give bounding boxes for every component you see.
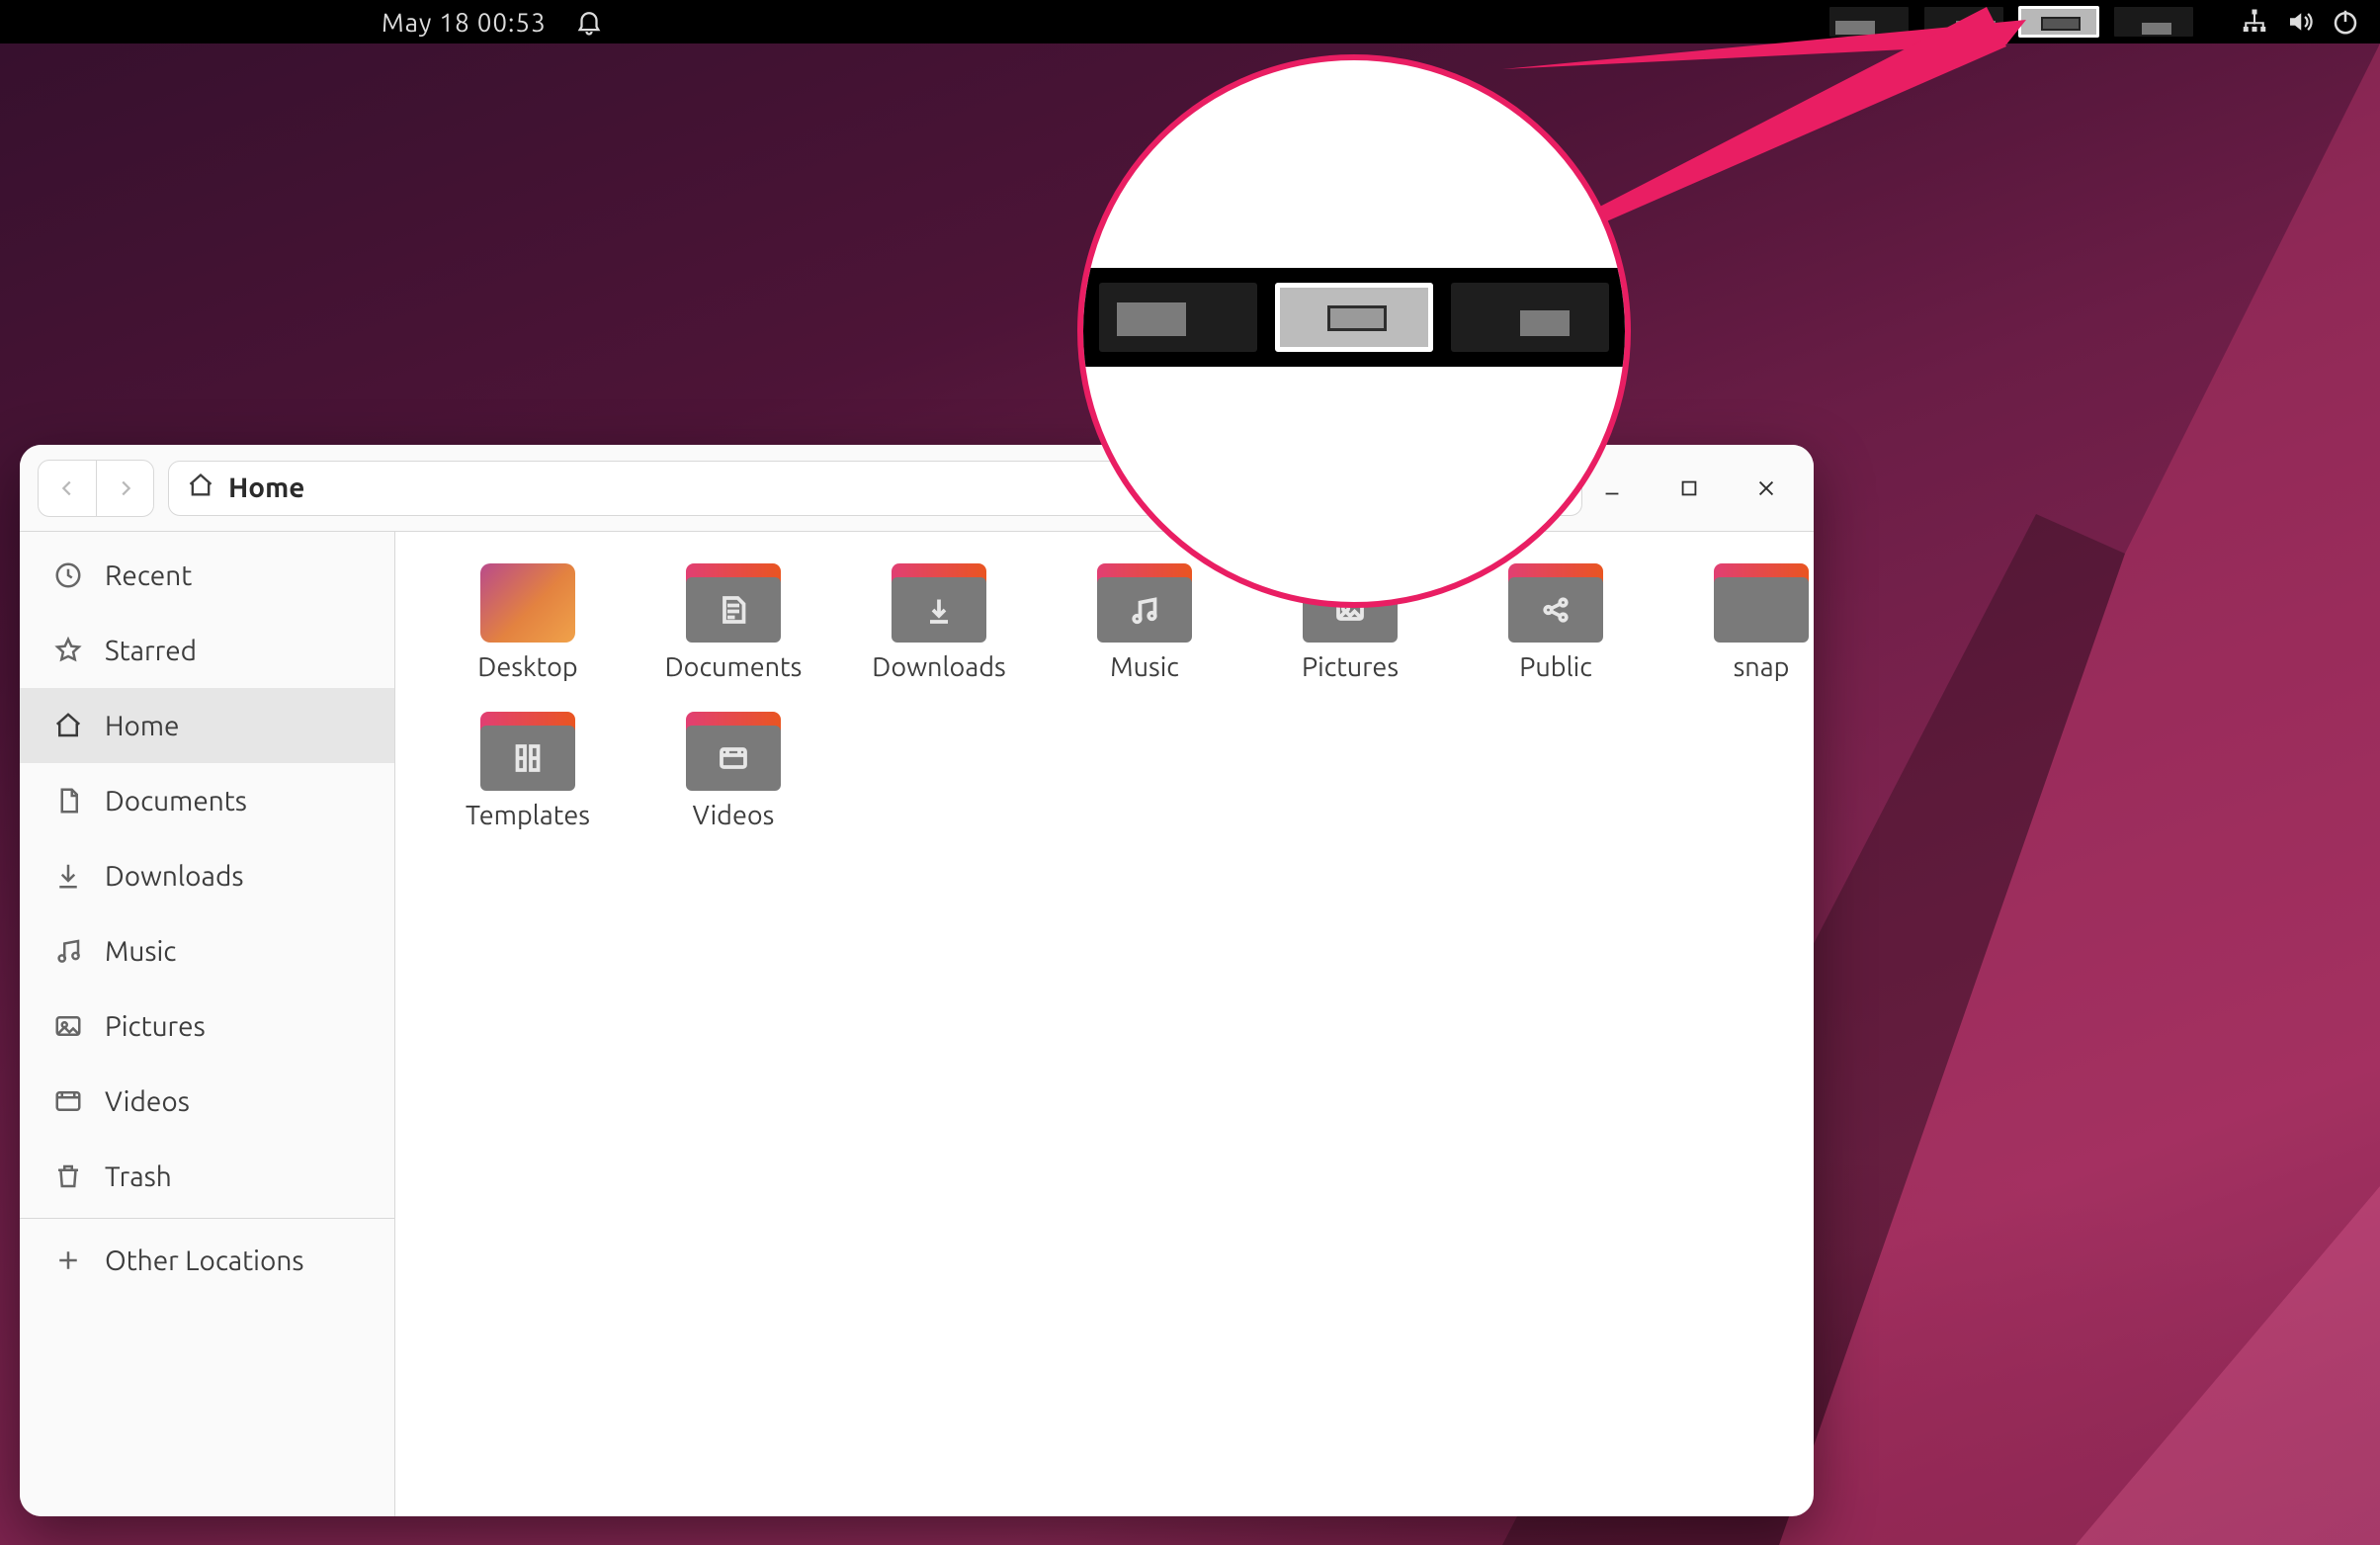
workspace-2[interactable] bbox=[1923, 6, 2004, 38]
path-menu-button[interactable] bbox=[1453, 462, 1510, 515]
folder-icon bbox=[1097, 563, 1192, 643]
network-icon[interactable] bbox=[2240, 7, 2269, 37]
file-label: Templates bbox=[466, 801, 590, 830]
sidebar-item-starred[interactable]: Starred bbox=[20, 613, 394, 688]
file-templates[interactable]: Templates bbox=[429, 708, 627, 840]
folder-icon bbox=[686, 712, 781, 791]
sidebar-label: Recent bbox=[105, 560, 192, 591]
folder-icon bbox=[686, 563, 781, 643]
sidebar-item-documents[interactable]: Documents bbox=[20, 763, 394, 838]
file-label: Pictures bbox=[1302, 652, 1399, 682]
file-label: snap bbox=[1734, 652, 1790, 682]
file-documents[interactable]: Documents bbox=[635, 559, 832, 692]
sidebar-label: Starred bbox=[105, 636, 197, 666]
sidebar-label: Other Locations bbox=[105, 1245, 304, 1276]
sidebar-label: Documents bbox=[105, 786, 247, 816]
file-desktop[interactable]: Desktop bbox=[429, 559, 627, 692]
file-pictures[interactable]: Pictures bbox=[1251, 559, 1449, 692]
sidebar-item-pictures[interactable]: Pictures bbox=[20, 988, 394, 1064]
lens-workspace-right bbox=[1451, 283, 1609, 352]
sidebar-item-recent[interactable]: Recent bbox=[20, 538, 394, 613]
sidebar-item-downloads[interactable]: Downloads bbox=[20, 838, 394, 913]
file-label: Desktop bbox=[477, 652, 577, 682]
path-label: Home bbox=[228, 472, 304, 503]
lens-workspace-active bbox=[1275, 283, 1433, 352]
sidebar-label: Downloads bbox=[105, 861, 243, 892]
notification-bell-icon[interactable] bbox=[574, 7, 604, 37]
close-button[interactable] bbox=[1750, 472, 1782, 504]
sidebar-item-music[interactable]: Music bbox=[20, 913, 394, 988]
workspace-switcher[interactable] bbox=[1828, 6, 2194, 38]
sidebar-item-videos[interactable]: Videos bbox=[20, 1064, 394, 1139]
sidebar: Recent Starred Home Documents Downloads … bbox=[20, 532, 395, 1516]
sidebar-label: Home bbox=[105, 711, 180, 741]
titlebar[interactable]: Home bbox=[20, 445, 1814, 532]
sidebar-item-trash[interactable]: Trash bbox=[20, 1139, 394, 1214]
minimize-button[interactable] bbox=[1596, 472, 1628, 504]
folder-icon bbox=[480, 712, 575, 791]
file-snap[interactable]: snap bbox=[1662, 559, 1814, 692]
folder-icon bbox=[1508, 563, 1603, 643]
file-label: Public bbox=[1519, 652, 1592, 682]
volume-icon[interactable] bbox=[2285, 7, 2315, 37]
folder-icon bbox=[1714, 563, 1809, 643]
lens-workspace-left bbox=[1099, 283, 1257, 352]
sidebar-item-other-locations[interactable]: Other Locations bbox=[20, 1223, 394, 1298]
sidebar-item-home[interactable]: Home bbox=[20, 688, 394, 763]
search-button[interactable] bbox=[1525, 461, 1582, 516]
folder-icon bbox=[1303, 563, 1398, 643]
sidebar-label: Music bbox=[105, 936, 176, 967]
file-public[interactable]: Public bbox=[1457, 559, 1655, 692]
maximize-button[interactable] bbox=[1673, 472, 1705, 504]
sidebar-separator bbox=[20, 1218, 394, 1219]
file-label: Downloads bbox=[872, 652, 1005, 682]
workspace-1[interactable] bbox=[1828, 6, 1910, 38]
workspace-4[interactable] bbox=[2113, 6, 2194, 38]
files-window: Home Recent Starred Home bbox=[20, 445, 1814, 1516]
folder-icon bbox=[892, 563, 986, 643]
pathbar[interactable]: Home bbox=[168, 461, 1511, 516]
desktop-icon bbox=[480, 563, 575, 643]
file-label: Videos bbox=[693, 801, 775, 830]
file-label: Music bbox=[1110, 652, 1179, 682]
top-panel: May 18 00:53 bbox=[0, 0, 2380, 43]
file-videos[interactable]: Videos bbox=[635, 708, 832, 840]
panel-clock[interactable]: May 18 00:53 bbox=[382, 8, 547, 37]
power-icon[interactable] bbox=[2331, 7, 2360, 37]
nav-buttons bbox=[38, 460, 154, 517]
folder-grid: Desktop Documents Downloads Music Pictures Pu… bbox=[395, 532, 1814, 1516]
sidebar-label: Videos bbox=[105, 1086, 190, 1117]
back-button[interactable] bbox=[39, 461, 96, 516]
window-controls bbox=[1596, 472, 1796, 504]
file-downloads[interactable]: Downloads bbox=[840, 559, 1038, 692]
forward-button[interactable] bbox=[96, 461, 153, 516]
sidebar-label: Trash bbox=[105, 1161, 172, 1192]
file-label: Documents bbox=[665, 652, 803, 682]
home-icon bbox=[187, 472, 214, 505]
sidebar-label: Pictures bbox=[105, 1011, 206, 1042]
file-music[interactable]: Music bbox=[1046, 559, 1243, 692]
workspace-3[interactable] bbox=[2018, 6, 2099, 38]
